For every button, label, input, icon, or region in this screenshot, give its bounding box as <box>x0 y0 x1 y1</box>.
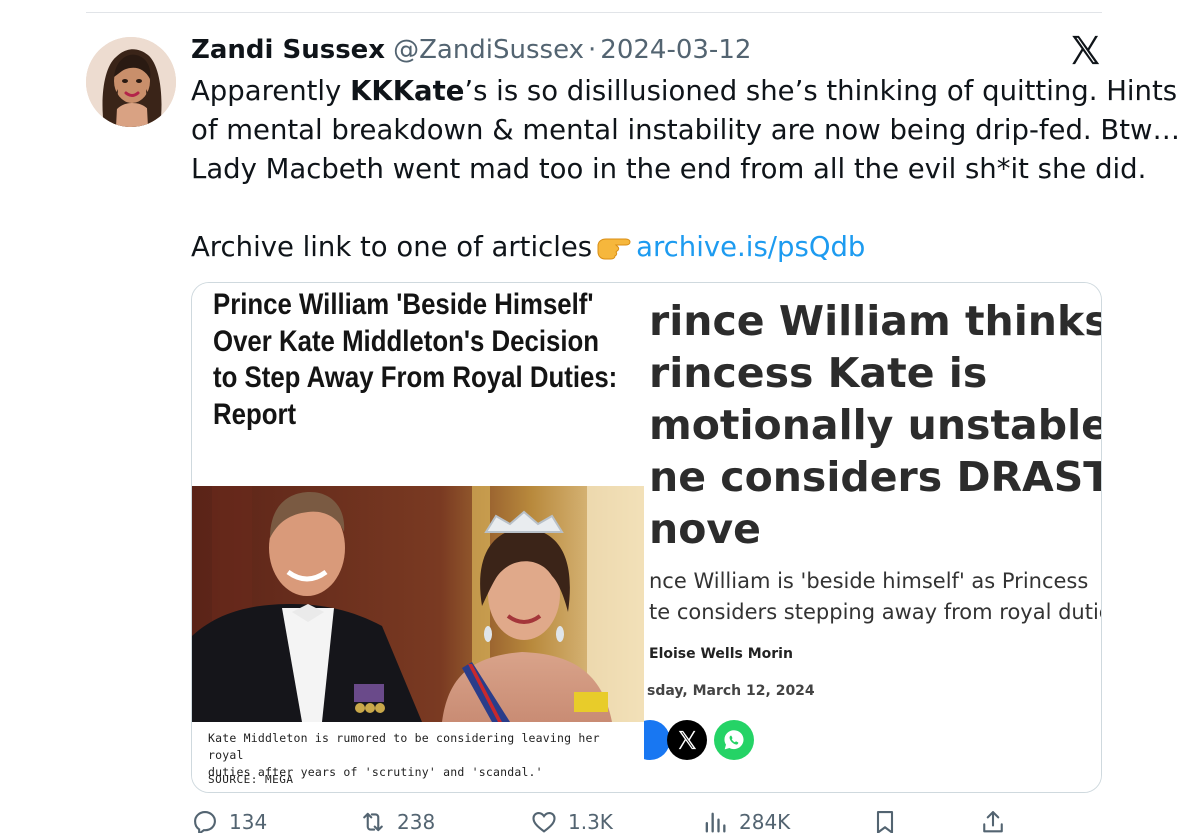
media-card[interactable]: Prince William 'Beside Himself' Over Kat… <box>191 282 1102 793</box>
x-logo-icon[interactable] <box>1068 33 1102 67</box>
right-subhead-line: nce William is 'beside himself' as Princ… <box>649 569 1089 593</box>
tweet-line-2: of mental breakdown & mental instability… <box>191 114 1181 146</box>
heart-icon <box>532 811 556 833</box>
right-headline-line: nove <box>649 505 761 553</box>
avatar[interactable] <box>86 37 176 127</box>
left-headline-line: to Step Away From Royal Duties: <box>213 361 618 394</box>
retweet-count: 238 <box>397 810 436 833</box>
tweet-text-segment: Apparently <box>191 75 351 107</box>
tweet-line-archive: Archive link to one of articles archive.i… <box>191 228 1111 267</box>
right-subhead-line: te considers stepping away from royal du… <box>649 600 1102 624</box>
views-count: 284K <box>739 810 791 833</box>
right-headline: rince William thinks rincess Kate is mot… <box>649 295 1102 555</box>
tweet-date[interactable]: 2024-03-12 <box>600 35 751 65</box>
separator-dot: · <box>588 35 597 65</box>
share-button[interactable] <box>979 808 1017 833</box>
tweet-text: Apparently KKKate’s is so disillusioned … <box>191 72 1181 267</box>
right-article-screenshot: rince William thinks rincess Kate is mot… <box>644 283 1102 792</box>
retweet-button[interactable]: 238 <box>359 808 435 833</box>
article-date: sday, March 12, 2024 <box>647 683 815 699</box>
bookmark-button[interactable] <box>871 808 909 833</box>
tweet-header: Zandi Sussex @ZandiSussex · 2024-03-12 <box>191 31 751 69</box>
avatar-illustration <box>86 37 176 127</box>
left-headline-line: Prince William 'Beside Himself' <box>213 288 594 321</box>
bold-mention: KKKate <box>350 75 465 107</box>
x-share-icon <box>667 720 707 760</box>
caption-line: Kate Middleton is rumored to be consider… <box>208 731 600 762</box>
tweet-line-3: Lady Macbeth went mad too in the end fro… <box>191 153 1147 185</box>
share-icon <box>983 811 1003 833</box>
like-count: 1.3K <box>568 810 613 833</box>
top-divider <box>86 12 1102 13</box>
author-name[interactable]: Zandi Sussex <box>191 35 385 65</box>
right-headline-line: rince William thinks <box>649 297 1102 345</box>
right-headline-line: rincess Kate is <box>649 349 988 397</box>
reply-count: 134 <box>229 810 268 833</box>
right-subhead: nce William is 'beside himself' as Princ… <box>649 566 1102 628</box>
like-button[interactable]: 1.3K <box>530 808 613 833</box>
views-icon <box>705 812 726 833</box>
reply-button[interactable]: 134 <box>191 808 267 833</box>
left-headline-line: Report <box>213 397 297 431</box>
left-article-screenshot: Prince William 'Beside Himself' Over Kat… <box>192 283 644 792</box>
tweet-line-1: Apparently KKKate’s is so disillusioned … <box>191 72 1177 111</box>
reply-icon <box>194 811 216 833</box>
whatsapp-share-icon <box>714 720 754 760</box>
bookmark-icon <box>876 811 894 833</box>
views-button[interactable]: 284K <box>701 808 790 833</box>
right-headline-line: motionally unstable' as <box>649 401 1102 449</box>
photo-source: SOURCE: MEGA <box>208 773 294 786</box>
retweet-icon <box>363 812 383 832</box>
pointing-hand-icon <box>596 232 632 260</box>
royal-couple-photo <box>192 486 644 722</box>
right-headline-line: ne considers DRASTIC <box>649 453 1101 501</box>
left-headline-line: Over Kate Middleton's Decision <box>213 324 600 358</box>
archive-text: Archive link to one of articles <box>191 231 593 263</box>
tweet-text-segment: ’s is so disillusioned she’s thinking of… <box>464 75 1178 107</box>
article-author: Eloise Wells Morin <box>649 646 793 662</box>
author-handle[interactable]: @ZandiSussex <box>393 35 584 65</box>
archive-link[interactable]: archive.is/psQdb <box>636 231 865 263</box>
left-headline: Prince William 'Beside Himself' Over Kat… <box>213 287 626 433</box>
tweet-actions: 134 238 1.3K 284K <box>191 808 1011 833</box>
